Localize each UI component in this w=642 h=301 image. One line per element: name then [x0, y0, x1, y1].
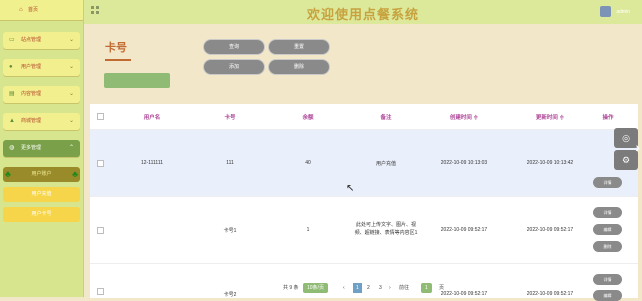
- column-header[interactable]: 余额: [278, 113, 338, 121]
- sidebar-item-label: 用户管理: [21, 64, 42, 70]
- main-content: 卡号 查询 重置 添加 删除 用户名 卡号 余额 备注 创建时间 ≑ 更新时间 …: [90, 28, 638, 301]
- book-icon: ▤: [9, 91, 15, 97]
- column-header[interactable]: 更新时间 ≑: [512, 113, 588, 121]
- page-number[interactable]: 1: [353, 283, 362, 293]
- query-button[interactable]: 查询: [203, 39, 265, 55]
- add-button[interactable]: 添加: [203, 59, 265, 75]
- edit-button[interactable]: 编辑: [593, 290, 622, 301]
- page-number[interactable]: 3: [379, 283, 382, 293]
- chevron-down-icon: ⌄: [68, 118, 74, 124]
- cell-card: 卡号1: [223, 228, 237, 234]
- cell-remark: 此处可上传文字、图片、视频、超链接、表情等内容区1: [354, 222, 418, 236]
- sidebar-item-label: 首页: [28, 7, 39, 13]
- detail-button[interactable]: 详情: [593, 207, 622, 218]
- sidebar-item-users[interactable]: ● 用户管理 ⌄: [3, 59, 80, 76]
- sidebar-item-more[interactable]: ◍ 更多管理 ⌃: [3, 140, 80, 157]
- sidebar-sub-user-account[interactable]: ♣ 用户账户 ♣: [3, 167, 80, 182]
- sidebar-item-shop[interactable]: ▲ 商城管理 ⌄: [3, 113, 80, 130]
- goto-label: 前往: [399, 285, 410, 291]
- data-table: 用户名 卡号 余额 备注 创建时间 ≑ 更新时间 ≑ 操作 12-111111 …: [90, 104, 638, 301]
- sidebar-item-site[interactable]: ▭ 站点管理 ⌄: [3, 32, 80, 49]
- column-header[interactable]: 创建时间 ≑: [434, 113, 494, 121]
- column-header[interactable]: 卡号: [200, 113, 260, 121]
- sidebar-sub-label: 用户充值: [31, 191, 52, 197]
- sidebar-item-content[interactable]: ▤ 内容管理 ⌄: [3, 86, 80, 103]
- cell-created: 2022-10-09 09:52:17: [440, 227, 488, 233]
- sidebar: ⌂ 首页 ▭ 站点管理 ⌄ ● 用户管理 ⌄ ▤ 内容管理 ⌄ ▲ 商城管理 ⌄…: [0, 0, 84, 297]
- chevron-up-icon: ⌃: [68, 145, 74, 151]
- page-number[interactable]: 2: [367, 283, 370, 293]
- select-all-checkbox[interactable]: [97, 113, 104, 120]
- sidebar-item-home[interactable]: ⌂ 首页: [0, 0, 83, 20]
- prev-page-icon[interactable]: ‹: [343, 283, 345, 293]
- cell-created: 2022-10-09 10:13:03: [440, 160, 488, 166]
- page-title: 卡号: [105, 42, 127, 54]
- column-header[interactable]: 备注: [356, 113, 416, 121]
- edit-button[interactable]: 编辑: [593, 224, 622, 235]
- detail-button[interactable]: 详情: [593, 274, 622, 285]
- cell-balance: 1: [306, 227, 310, 233]
- cell-username: 12-111111: [140, 160, 164, 166]
- home-icon: ⌂: [19, 7, 23, 13]
- sidebar-item-label: 更多管理: [21, 145, 42, 151]
- reset-button[interactable]: 重置: [268, 39, 330, 55]
- sidebar-sub-label: 用户卡号: [31, 211, 52, 217]
- user-icon: ●: [9, 64, 13, 70]
- row-checkbox[interactable]: [97, 288, 104, 295]
- sidebar-item-label: 站点管理: [21, 37, 42, 43]
- detail-button[interactable]: 详情: [593, 177, 622, 188]
- table-row[interactable]: 卡号2 2022-10-09 09:52:17 2022-10-09 09:52…: [90, 263, 638, 301]
- cell-updated: 2022-10-09 09:52:17: [526, 227, 574, 233]
- monitor-icon: ▭: [9, 37, 15, 43]
- row-checkbox[interactable]: [97, 227, 104, 234]
- delete-row-button[interactable]: 删除: [593, 241, 622, 252]
- search-input[interactable]: [104, 73, 170, 88]
- admin-username[interactable]: admin: [616, 9, 630, 15]
- page-jump-input[interactable]: 1: [421, 283, 432, 293]
- table-row[interactable]: 12-111111 111 40 用户充值 2022-10-09 10:13:0…: [90, 129, 638, 196]
- mouse-cursor-icon: ↖: [346, 183, 355, 194]
- chevron-down-icon: ⌄: [68, 91, 74, 97]
- cell-remark: 用户充值: [375, 161, 396, 167]
- pager-total: 共 9 条: [283, 285, 299, 291]
- delete-button[interactable]: 删除: [268, 59, 330, 75]
- sidebar-item-label: 商城管理: [21, 118, 42, 124]
- next-page-icon[interactable]: ›: [389, 283, 391, 293]
- top-header: 欢迎使用点餐系统 admin: [84, 0, 642, 24]
- table-header: 用户名 卡号 余额 备注 创建时间 ≑ 更新时间 ≑ 操作: [90, 104, 638, 129]
- page-suffix: 页: [439, 285, 445, 291]
- page-size-select[interactable]: 10条/页: [303, 283, 328, 293]
- lock-icon: ▲: [9, 118, 15, 124]
- column-header[interactable]: 用户名: [122, 113, 182, 121]
- cell-updated: 2022-10-09 09:52:17: [526, 291, 574, 297]
- tree-icon: ♣: [5, 169, 11, 179]
- sidebar-item-label: 内容管理: [21, 91, 42, 97]
- tree-icon: ♣: [72, 169, 78, 179]
- column-header: 操作: [602, 115, 614, 121]
- table-row[interactable]: 卡号1 1 此处可上传文字、图片、视频、超链接、表情等内容区1 2022-10-…: [90, 196, 638, 263]
- cell-updated: 2022-10-09 10:13:42: [526, 160, 574, 166]
- chevron-down-icon: ⌄: [68, 37, 74, 43]
- chevron-right-icon[interactable]: ›: [635, 139, 640, 155]
- cell-balance: 40: [305, 160, 311, 166]
- chat-icon: ◍: [9, 145, 15, 151]
- avatar[interactable]: [600, 6, 611, 17]
- chevron-down-icon: ⌄: [68, 64, 74, 70]
- row-checkbox[interactable]: [97, 160, 104, 167]
- system-title: 欢迎使用点餐系统: [306, 7, 419, 22]
- sidebar-sub-user-card[interactable]: 用户卡号: [3, 207, 80, 222]
- sidebar-sub-user-recharge[interactable]: 用户充值: [3, 187, 80, 202]
- sidebar-sub-label: 用户账户: [31, 171, 52, 177]
- title-underline: [105, 59, 131, 61]
- cell-card: 111: [226, 160, 234, 166]
